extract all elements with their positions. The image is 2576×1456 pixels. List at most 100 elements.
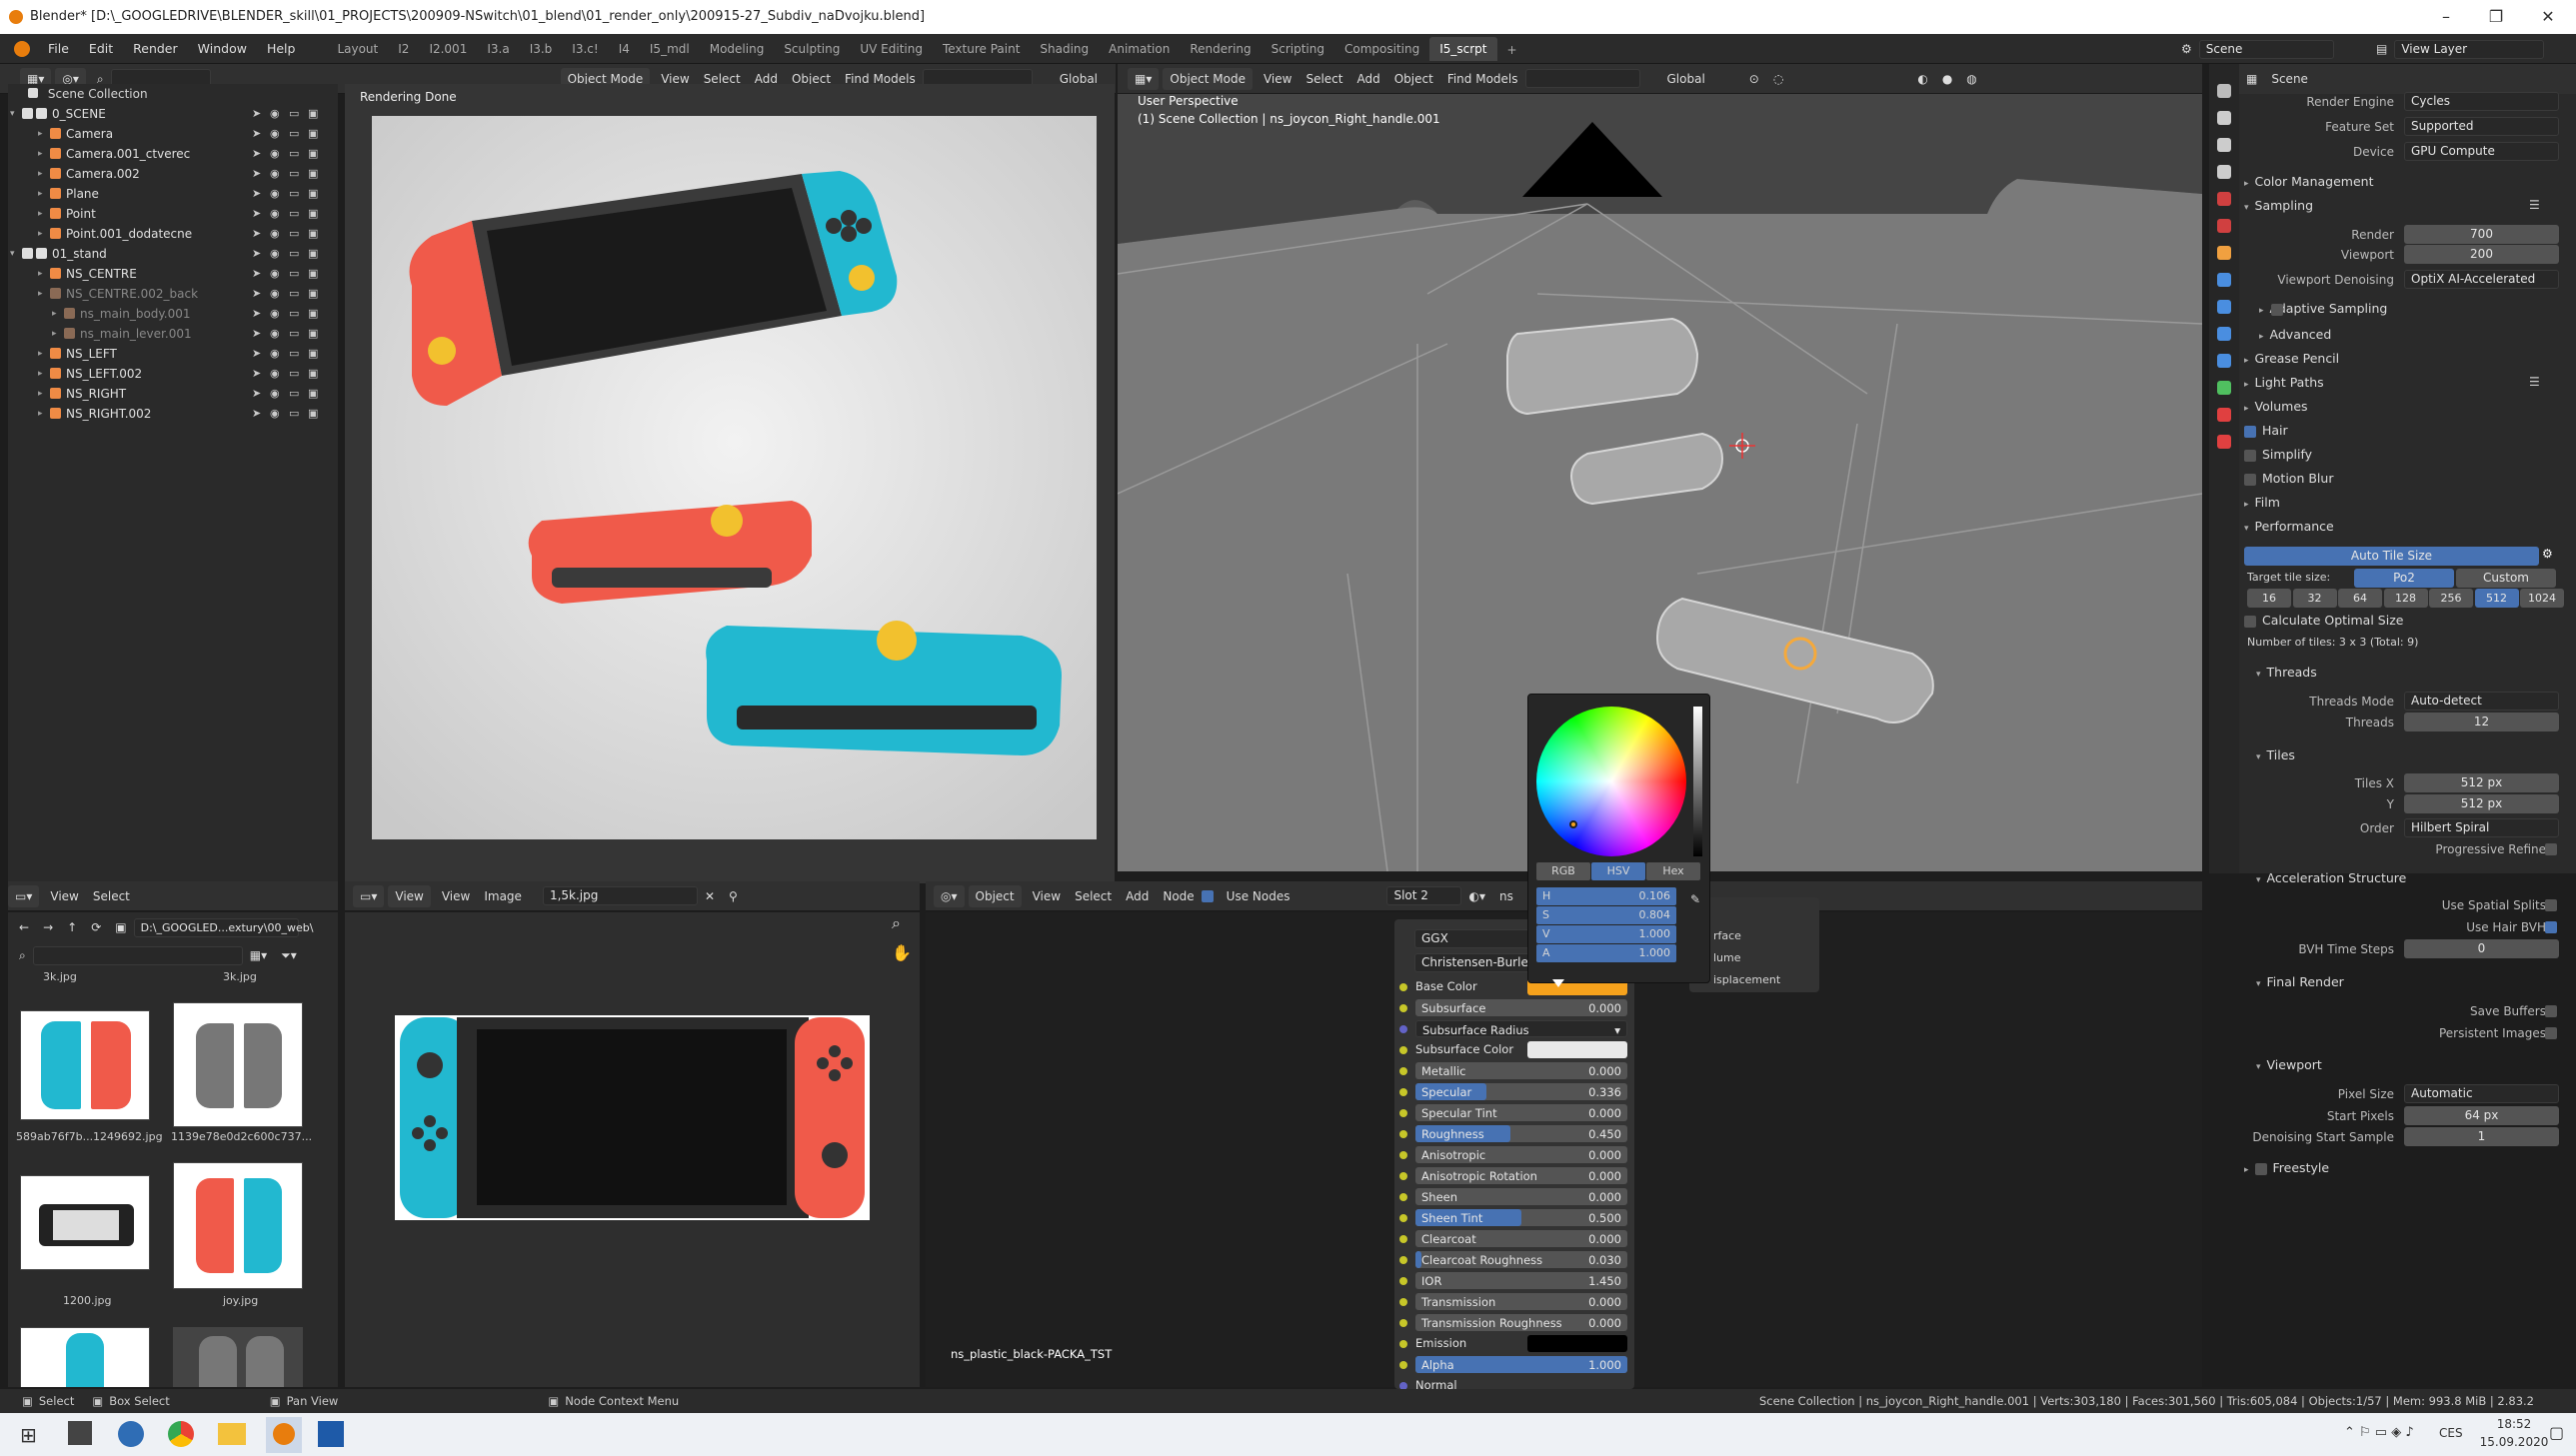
select-arrow-icon[interactable]: ➤ [252,144,261,164]
tile-size-256[interactable]: 256 [2429,589,2473,608]
parent-dir-icon[interactable]: ↑ [60,916,84,938]
clock-time[interactable]: 18:52 [2489,1417,2539,1431]
color-wheel[interactable] [1536,707,1686,856]
threads-panel[interactable]: ▾ Threads [2256,662,2317,684]
gear-icon[interactable]: ⚙ [2542,547,2553,561]
threads-field[interactable]: 12 [2404,713,2559,731]
socket-icon[interactable] [1399,1256,1407,1264]
outliner-row[interactable]: ▸ NS_CENTRE.002_back ➤ ◉ ▭ ▣ [8,284,338,304]
checkbox-icon[interactable] [22,248,33,259]
overlay-icon[interactable]: ◐ [1910,68,1934,90]
node-input-row[interactable]: Specular 0.336 [1399,1082,1629,1101]
eye-icon[interactable]: ◉ [270,324,280,344]
tile-size-32[interactable]: 32 [2292,589,2337,608]
socket-icon[interactable] [1399,1151,1407,1159]
denoising-start-field[interactable]: 1 [2404,1127,2559,1146]
new-folder-icon[interactable]: ▣ [108,916,133,938]
expand-arrow-icon[interactable]: ▸ [38,164,43,184]
select-arrow-icon[interactable]: ➤ [252,184,261,204]
use-nodes-checkbox[interactable] [1201,889,1214,902]
viewport-find-input[interactable] [1524,69,1640,88]
outliner-row[interactable]: ▸ NS_RIGHT ➤ ◉ ▭ ▣ [8,384,338,404]
language-indicator[interactable]: CES [2439,1426,2463,1440]
workspace-tab[interactable]: Texture Paint [933,37,1030,61]
device-dropdown[interactable]: GPU Compute [2404,142,2559,161]
select-arrow-icon[interactable]: ➤ [252,404,261,424]
expand-arrow-icon[interactable]: ▸ [52,304,57,324]
eye-icon[interactable]: ◉ [270,124,280,144]
eye-icon[interactable]: ◉ [270,404,280,424]
viewport-icon[interactable]: ▭ [289,404,299,424]
bvh-steps-field[interactable]: 0 [2404,939,2559,958]
input-slider[interactable]: Subsurface 0.000 [1415,999,1627,1016]
chrome-icon[interactable] [168,1421,194,1447]
node-input-row[interactable]: Sheen 0.000 [1399,1187,1629,1206]
workspace-tab[interactable]: Shading [1030,37,1099,61]
calc-optimal-row-checkbox[interactable] [2244,615,2256,628]
color-wheel-cursor[interactable] [1569,820,1577,828]
eye-icon[interactable]: ◉ [270,244,280,264]
image-image-menu[interactable]: Image [477,885,529,907]
scene-name-field[interactable]: Scene [2198,39,2334,59]
display-mode-icon[interactable]: ▦▾ [243,944,274,966]
list-icon[interactable]: ☰ [2529,375,2540,389]
threads-mode-dropdown[interactable]: Auto-detect [2404,692,2559,711]
progressive-refine-checkbox[interactable] [2545,843,2557,855]
input-slider[interactable]: Clearcoat Roughness 0.030 [1415,1251,1627,1268]
outliner-row[interactable]: ▸ NS_RIGHT.002 ➤ ◉ ▭ ▣ [8,404,338,424]
expand-arrow-icon[interactable]: ▾ [10,104,15,124]
pixel-size-dropdown[interactable]: Automatic [2404,1084,2559,1103]
node-input-row[interactable]: Specular Tint 0.000 [1399,1103,1629,1122]
render-icon[interactable]: ▣ [308,384,318,404]
file-thumb-switch[interactable] [20,1175,150,1270]
expand-arrow-icon[interactable]: ▸ [38,264,43,284]
color-mode-hsv[interactable]: HSV [1591,862,1645,880]
render-icon[interactable]: ▣ [308,264,318,284]
tiles-y-field[interactable]: 512 px [2404,794,2559,813]
workspace-tab[interactable]: Scripting [1262,37,1334,61]
hsv-field-h[interactable]: H 0.106 [1536,887,1676,905]
input-slider[interactable]: Anisotropic 0.000 [1415,1146,1627,1163]
node-select-menu[interactable]: Select [1068,885,1119,907]
physics-tab-icon[interactable] [2217,327,2231,341]
node-add-menu[interactable]: Add [1119,885,1156,907]
forward-arrow-icon[interactable]: → [36,916,60,938]
viewport-mode-dropdown[interactable]: Object Mode [1163,67,1253,90]
input-slider[interactable]: Specular Tint 0.000 [1415,1104,1627,1121]
scene-selector[interactable]: ⚙ Scene [2174,38,2334,60]
input-slider[interactable]: Specular 0.336 [1415,1083,1627,1100]
viewport-icon[interactable]: ▭ [289,364,299,384]
node-input-row[interactable]: Alpha 1.000 [1399,1355,1629,1374]
viewport-add-menu[interactable]: Add [1349,68,1386,90]
select-arrow-icon[interactable]: ➤ [252,324,261,344]
viewport-icon[interactable]: ▭ [289,244,299,264]
viewport-icon[interactable]: ▭ [289,164,299,184]
expand-arrow-icon[interactable]: ▸ [38,384,43,404]
hair-bvh-checkbox[interactable] [2545,921,2557,933]
clock-date[interactable]: 15.09.2020 [2479,1435,2549,1449]
socket-icon[interactable] [1399,1235,1407,1243]
node-input-row[interactable]: Metallic 0.000 [1399,1061,1629,1080]
outliner-row[interactable]: ▸ Point.001_dodatecne ➤ ◉ ▭ ▣ [8,224,338,244]
tile-size-1024[interactable]: 1024 [2520,589,2564,608]
outliner-row[interactable]: ▾ 0_SCENE ➤ ◉ ▭ ▣ [8,104,338,124]
workspace-tab[interactable]: Compositing [1334,37,1429,61]
save-buffers-checkbox[interactable] [2545,1005,2557,1017]
final-render-panel[interactable]: ▾ Final Render [2256,971,2344,993]
workspace-tab[interactable]: Rendering [1180,37,1261,61]
eye-icon[interactable]: ◉ [270,224,280,244]
tool-icon[interactable] [2217,84,2231,98]
menu-render[interactable]: Render [123,34,188,64]
hair-panel[interactable]: Hair [2244,420,2288,442]
outliner-row[interactable]: ▸ NS_CENTRE ➤ ◉ ▭ ▣ [8,264,338,284]
color-swatch[interactable] [1527,1041,1627,1058]
workspace-tab[interactable]: Sculpting [774,37,850,61]
socket-icon[interactable] [1399,1340,1407,1348]
node-input-row[interactable]: Anisotropic 0.000 [1399,1145,1629,1164]
eye-icon[interactable]: ◉ [270,144,280,164]
eye-icon[interactable]: ◉ [270,104,280,124]
start-pixels-field[interactable]: 64 px [2404,1106,2559,1125]
socket-icon[interactable] [1399,1088,1407,1096]
menu-file[interactable]: File [38,34,79,64]
sampling-panel[interactable]: ▾ Sampling [2244,195,2313,217]
